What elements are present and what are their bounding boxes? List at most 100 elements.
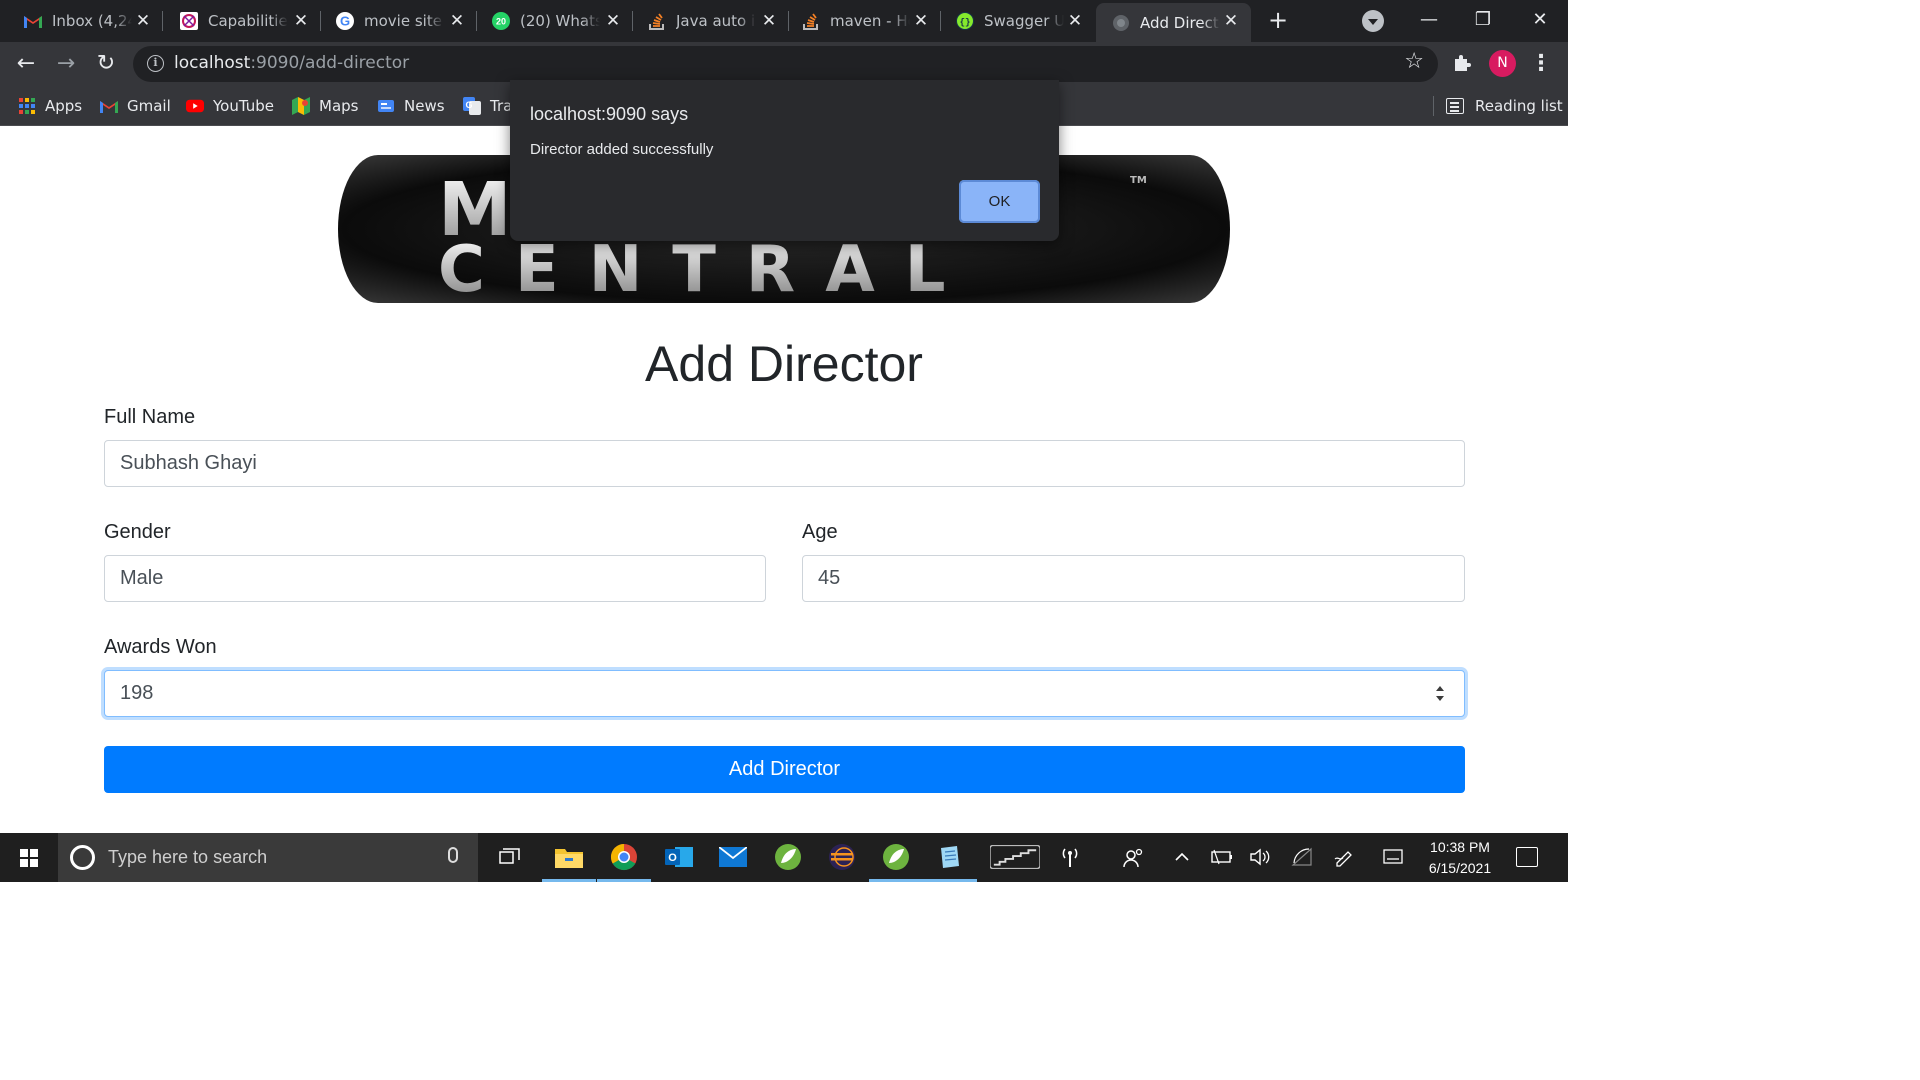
tab-close-icon[interactable]: ✕ (1065, 11, 1085, 31)
youtube-icon (186, 97, 204, 115)
touch-keyboard-icon[interactable] (1382, 847, 1404, 871)
awards-won-input[interactable]: 198 (104, 670, 1465, 717)
bookmark-translate[interactable]: G Tra (463, 94, 512, 118)
url-host: localhost (174, 53, 251, 73)
tab-strip: Inbox (4,241 ✕ Capabilities ✕ G movie si… (0, 0, 1568, 42)
spring-boot-icon[interactable] (869, 842, 923, 882)
swagger-icon: {} (956, 12, 974, 30)
awards-won-value: 198 (120, 682, 154, 704)
number-spinner-icon[interactable] (1433, 683, 1447, 705)
tab-close-icon[interactable]: ✕ (133, 11, 153, 31)
tab-add-director[interactable]: Add Directo ✕ (1096, 3, 1251, 42)
gmail-icon (100, 97, 118, 115)
forward-arrow-icon[interactable]: → (52, 50, 80, 78)
tab-capabilities[interactable]: Capabilities ✕ (156, 0, 321, 42)
address-bar[interactable]: i localhost:9090/add-director ☆ (133, 46, 1438, 82)
banner-line-2: CENTRAL (438, 233, 976, 303)
new-tab-icon[interactable]: + (1265, 8, 1291, 34)
svg-text:G: G (465, 100, 472, 110)
svg-text:{}: {} (960, 18, 971, 28)
menu-kebab-icon[interactable]: ⋮ (1530, 50, 1552, 78)
globe-icon (1112, 14, 1130, 32)
translate-icon: G (463, 97, 481, 115)
outlook-icon[interactable]: O (664, 842, 694, 872)
minimize-icon[interactable]: — (1414, 6, 1444, 34)
tab-close-icon[interactable]: ✕ (447, 11, 467, 31)
people-icon[interactable] (1123, 847, 1145, 873)
add-director-button[interactable]: Add Director (104, 746, 1465, 793)
close-window-icon[interactable]: ✕ (1525, 6, 1555, 34)
eclipse-icon[interactable] (827, 842, 857, 872)
tab-gmail-inbox[interactable]: Inbox (4,241 ✕ (0, 0, 163, 42)
battery-icon[interactable] (1211, 847, 1233, 871)
profile-avatar[interactable]: N (1489, 50, 1516, 77)
file-explorer-icon[interactable] (542, 842, 596, 882)
tab-whatsapp[interactable]: 20 (20) WhatsA ✕ (468, 0, 633, 42)
performance-widget-icon[interactable] (990, 842, 1040, 872)
tab-title: Java auto in (676, 12, 756, 30)
reload-icon[interactable]: ↻ (92, 50, 120, 78)
tab-swagger[interactable]: {} Swagger UI ✕ (932, 0, 1095, 42)
tab-movie-site[interactable]: G movie site li ✕ (312, 0, 477, 42)
bookmark-label: Apps (45, 97, 83, 115)
tab-close-icon[interactable]: ✕ (291, 11, 311, 31)
bookmark-star-icon[interactable]: ☆ (1404, 49, 1424, 74)
tab-title: Capabilities (208, 12, 288, 30)
tab-close-icon[interactable]: ✕ (1221, 11, 1241, 31)
dialog-ok-button[interactable]: OK (959, 180, 1040, 223)
network-antenna-icon[interactable] (1055, 842, 1085, 872)
bookmark-news[interactable]: News (377, 94, 445, 118)
age-input[interactable]: 45 (802, 555, 1465, 602)
restore-icon[interactable]: ❐ (1468, 6, 1498, 34)
address-url[interactable]: localhost:9090/add-director (174, 53, 409, 73)
bookmark-gmail[interactable]: Gmail (100, 94, 171, 118)
notepad-icon[interactable] (923, 842, 977, 882)
google-icon: G (336, 12, 354, 30)
tab-close-icon[interactable]: ✕ (911, 11, 931, 31)
svg-text:O: O (668, 852, 677, 864)
back-arrow-icon[interactable]: ← (12, 50, 40, 78)
tab-title: Swagger UI (984, 12, 1064, 30)
task-view-icon[interactable] (495, 842, 525, 872)
bookmark-label: Tra (490, 97, 513, 115)
extensions-puzzle-icon[interactable] (1452, 53, 1472, 73)
tab-title: Inbox (4,241 (52, 12, 132, 30)
apps-grid-icon (18, 97, 36, 115)
capabilities-icon (180, 12, 198, 30)
reading-list-label: Reading list (1475, 97, 1563, 115)
windows-taskbar: Type here to search O 10:38 PM 6/15/2021 (0, 833, 1568, 882)
url-path: :9090/add-director (250, 53, 410, 73)
windows-logo-icon (20, 849, 38, 867)
taskbar-search-box[interactable]: Type here to search (58, 833, 478, 882)
bookmarks-separator (1433, 96, 1434, 116)
volume-icon[interactable] (1249, 847, 1271, 871)
bookmark-label: News (404, 97, 445, 115)
system-clock[interactable]: 10:38 PM 6/15/2021 (1414, 837, 1506, 879)
chrome-icon[interactable] (597, 842, 651, 882)
action-center-icon[interactable] (1516, 847, 1538, 867)
bookmark-youtube[interactable]: YouTube (186, 94, 274, 118)
svg-text:20: 20 (496, 17, 506, 27)
bookmark-maps[interactable]: Maps (292, 94, 358, 118)
full-name-input[interactable]: Subhash Ghayi (104, 440, 1465, 487)
chevron-up-icon[interactable] (1174, 847, 1190, 871)
start-button[interactable] (0, 833, 58, 882)
tab-title: Add Directo (1140, 13, 1220, 32)
tab-close-icon[interactable]: ✕ (759, 11, 779, 31)
bookmark-apps[interactable]: Apps (18, 94, 82, 118)
mail-icon[interactable] (718, 842, 748, 872)
microphone-icon[interactable] (448, 847, 458, 863)
wifi-icon[interactable] (1291, 847, 1313, 871)
pen-ink-icon[interactable] (1333, 847, 1355, 871)
spring-tool-suite-icon[interactable] (773, 842, 803, 872)
tab-search-icon[interactable] (1362, 10, 1384, 32)
reading-list-button[interactable]: Reading list (1446, 94, 1563, 118)
tab-java-auto[interactable]: Java auto in ✕ (624, 0, 789, 42)
tab-close-icon[interactable]: ✕ (603, 11, 623, 31)
awards-won-label: Awards Won (104, 636, 217, 658)
alert-dialog: localhost:9090 says Director added succe… (510, 80, 1059, 241)
tab-maven[interactable]: maven - Ho ✕ (778, 0, 941, 42)
site-info-icon[interactable]: i (147, 55, 164, 72)
bookmark-label: YouTube (213, 97, 274, 115)
gender-input[interactable]: Male (104, 555, 766, 602)
